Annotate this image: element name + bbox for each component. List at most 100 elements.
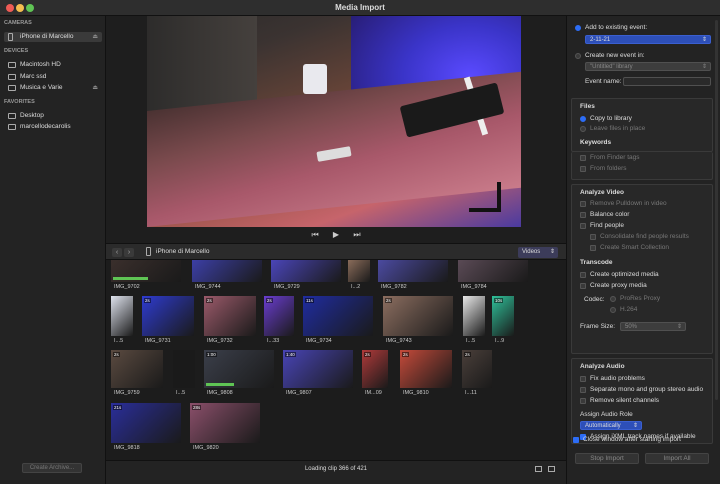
leave-in-place-radio[interactable]: Leave files in place bbox=[580, 125, 645, 133]
clip-duration: 1:00 bbox=[206, 352, 217, 357]
separate-mono-checkbox[interactable]: Separate mono and group stereo audio bbox=[580, 386, 703, 394]
sidebar-item-macintosh-hd[interactable]: Macintosh HD bbox=[4, 60, 102, 70]
clip-thumbnail[interactable]: 2s bbox=[400, 350, 452, 388]
add-existing-radio[interactable]: Add to existing event: bbox=[575, 24, 647, 32]
option-label: Close window after starting import bbox=[583, 436, 681, 443]
list-view-icon[interactable] bbox=[535, 466, 542, 472]
option-label: H.264 bbox=[620, 306, 638, 313]
clip-thumbnail[interactable]: 2s bbox=[362, 350, 388, 388]
clip-image bbox=[458, 260, 528, 282]
clip-thumbnail[interactable]: 10s bbox=[492, 296, 514, 336]
option-label: Leave files in place bbox=[590, 125, 646, 132]
clip-thumbnail[interactable] bbox=[458, 260, 528, 282]
clip-thumbnail[interactable] bbox=[463, 296, 485, 336]
radio-icon bbox=[575, 25, 581, 31]
clip-label: IMG_9759 bbox=[114, 390, 140, 396]
clip-thumbnail[interactable]: 21s bbox=[111, 403, 181, 443]
clip-thumbnail[interactable] bbox=[192, 260, 262, 282]
smart-collection-checkbox[interactable]: Create Smart Collection bbox=[590, 244, 669, 252]
clip-thumbnail[interactable]: 2s bbox=[142, 296, 194, 336]
skip-back-icon[interactable]: ⏮ bbox=[311, 229, 318, 241]
finder-tags-checkbox[interactable]: From Finder tags bbox=[580, 154, 640, 162]
checkbox-icon bbox=[580, 398, 586, 404]
close-window-checkbox[interactable]: Close window after starting import bbox=[573, 436, 681, 444]
create-new-radio[interactable]: Create new event in: bbox=[575, 52, 645, 60]
select-value: 2-11-21 bbox=[590, 37, 611, 43]
clip-label: I...9 bbox=[495, 338, 505, 344]
forward-button[interactable]: › bbox=[124, 248, 134, 257]
keywords-header: Keywords bbox=[580, 139, 612, 146]
copy-to-library-radio[interactable]: Copy to library bbox=[580, 115, 632, 123]
clip-thumbnail[interactable] bbox=[111, 296, 133, 336]
clip-label: IMG_9729 bbox=[274, 284, 300, 290]
radio-icon bbox=[610, 296, 616, 302]
radio-icon bbox=[575, 53, 581, 59]
clip-filter-value: Videos bbox=[522, 249, 541, 255]
video-preview[interactable] bbox=[147, 16, 521, 227]
audio-role-select[interactable]: Automatically ⇕ bbox=[580, 421, 642, 430]
clip-thumbnail[interactable] bbox=[348, 260, 370, 282]
event-name-input[interactable] bbox=[623, 77, 711, 86]
prores-proxy-radio[interactable]: ProRes Proxy bbox=[610, 295, 660, 303]
balance-color-checkbox[interactable]: Balance color bbox=[580, 211, 629, 219]
filmstrip-view-icon[interactable] bbox=[548, 466, 555, 472]
fix-audio-checkbox[interactable]: Fix audio problems bbox=[580, 375, 645, 383]
back-button[interactable]: ‹ bbox=[112, 248, 122, 257]
cameras-header: CAMERAS bbox=[4, 20, 32, 26]
sidebar-item-marc-ssd[interactable]: Marc ssd bbox=[4, 72, 102, 82]
eject-icon[interactable]: ⏏ bbox=[92, 32, 98, 42]
drive-icon bbox=[8, 85, 16, 91]
sidebar-item-label: marcellodecarolis bbox=[20, 123, 71, 130]
sidebar-item-iphone[interactable]: iPhone di Marcello ⏏ bbox=[4, 32, 102, 42]
existing-event-select[interactable]: 2-11-21 ⇕ bbox=[585, 35, 711, 44]
phone-icon bbox=[146, 247, 151, 256]
play-icon[interactable]: ▶ bbox=[333, 229, 339, 241]
import-all-button[interactable]: Import All bbox=[645, 453, 709, 464]
options-scrollbar[interactable] bbox=[715, 20, 718, 400]
checkbox-icon bbox=[580, 387, 586, 393]
checkbox-icon bbox=[580, 166, 586, 172]
clip-label: I...2 bbox=[351, 284, 361, 290]
sidebar-item-musica-e-varie[interactable]: Musica e Varie ⏏ bbox=[4, 83, 102, 93]
remove-pulldown-checkbox[interactable]: Remove Pulldown in video bbox=[580, 200, 667, 208]
clip-thumbnail[interactable]: 11s bbox=[303, 296, 373, 336]
skip-forward-icon[interactable]: ⏭ bbox=[353, 229, 360, 241]
clip-thumbnail[interactable] bbox=[271, 260, 341, 282]
clip-thumbnail[interactable]: 1:00 bbox=[204, 350, 274, 388]
clip-filter-select[interactable]: Videos ⇕ bbox=[518, 247, 558, 258]
clip-thumbnail[interactable]: 2s bbox=[264, 296, 294, 336]
remove-silent-checkbox[interactable]: Remove silent channels bbox=[580, 397, 659, 405]
find-people-checkbox[interactable]: Find people bbox=[580, 222, 624, 230]
clip-thumbnail[interactable]: 1:40 bbox=[283, 350, 353, 388]
clip-thumbnail[interactable]: 2s bbox=[204, 296, 256, 336]
home-icon bbox=[8, 124, 16, 130]
clip-thumbnail[interactable] bbox=[111, 260, 181, 282]
sidebar-item-desktop[interactable]: Desktop bbox=[4, 111, 102, 121]
clip-thumbnail[interactable] bbox=[173, 350, 195, 388]
sidebar-item-home[interactable]: marcellodecarolis bbox=[4, 122, 102, 132]
consolidate-checkbox[interactable]: Consolidate find people results bbox=[590, 233, 689, 241]
clip-thumbnail[interactable]: 28s bbox=[190, 403, 260, 443]
frame-size-select[interactable]: 50% ⇕ bbox=[620, 322, 686, 331]
drive-icon bbox=[8, 74, 16, 80]
clip-thumbnail[interactable]: 2s bbox=[111, 350, 163, 388]
phone-icon bbox=[8, 33, 13, 41]
clip-label: I...11 bbox=[465, 390, 477, 396]
stop-import-button[interactable]: Stop Import bbox=[575, 453, 639, 464]
clip-thumbnail[interactable]: 2s bbox=[383, 296, 453, 336]
clip-image bbox=[348, 260, 370, 282]
optimized-media-checkbox[interactable]: Create optimized media bbox=[580, 271, 659, 279]
option-label: Remove silent channels bbox=[590, 397, 660, 404]
h264-radio[interactable]: H.264 bbox=[610, 306, 637, 314]
proxy-media-checkbox[interactable]: Create proxy media bbox=[580, 282, 647, 290]
clip-label: IMG_9743 bbox=[386, 338, 412, 344]
library-select[interactable]: "Untitled" library ⇕ bbox=[585, 62, 711, 71]
create-archive-button[interactable]: Create Archive... bbox=[22, 463, 82, 473]
chevron-updown-icon: ⇕ bbox=[701, 37, 707, 43]
checkbox-icon bbox=[580, 272, 586, 278]
clip-thumbnail[interactable] bbox=[378, 260, 448, 282]
from-folders-checkbox[interactable]: From folders bbox=[580, 165, 626, 173]
clip-duration: 11s bbox=[305, 298, 314, 303]
clip-thumbnail[interactable]: 2s bbox=[462, 350, 492, 388]
eject-icon[interactable]: ⏏ bbox=[92, 83, 98, 93]
